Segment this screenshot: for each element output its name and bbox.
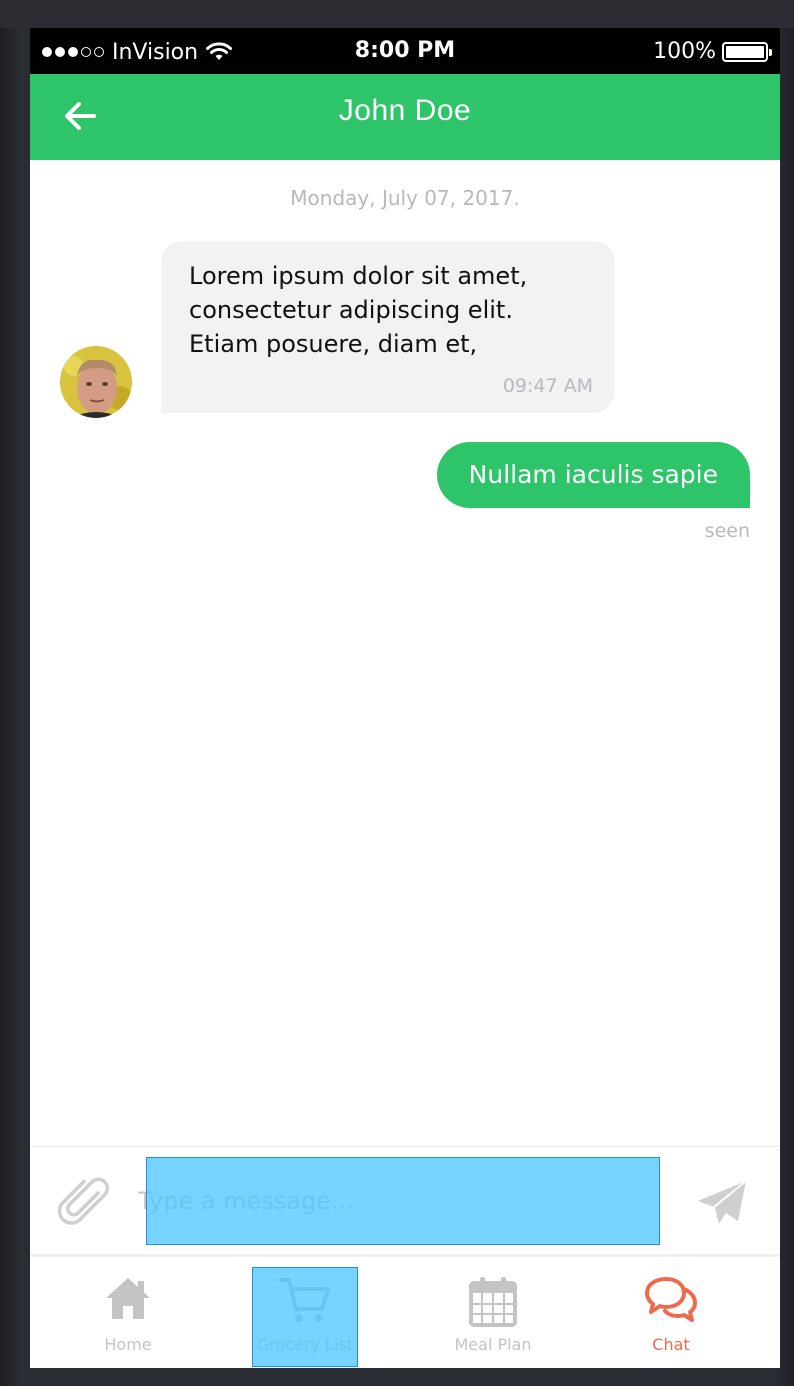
incoming-message-bubble[interactable]: Lorem ipsum dolor sit amet, consectetur … — [161, 241, 615, 413]
contact-photo — [60, 346, 132, 418]
message-text: Nullam iaculis sapie — [468, 460, 718, 489]
chat-header: John Doe — [30, 74, 780, 160]
calendar-icon — [469, 1277, 517, 1327]
page-title: John Doe — [338, 94, 472, 127]
attach-button[interactable] — [57, 1175, 114, 1231]
send-button[interactable] — [694, 1175, 750, 1231]
avatar[interactable] — [60, 346, 132, 418]
seen-status: seen — [704, 520, 750, 542]
status-right: 100% — [653, 39, 772, 64]
message-input[interactable] — [138, 1169, 652, 1233]
battery-percent: 100% — [653, 39, 716, 64]
paper-plane-icon — [698, 1180, 747, 1226]
status-bar: InVision 8:00 PM 100% — [30, 28, 780, 74]
message-text: Lorem ipsum dolor sit amet, consectetur … — [189, 262, 528, 358]
tab-home[interactable]: Home — [53, 1257, 203, 1367]
tab-grocery-list[interactable]: Grocery List — [230, 1257, 380, 1367]
tab-meal-plan[interactable]: Meal Plan — [418, 1257, 568, 1367]
message-time: 09:47 AM — [502, 375, 593, 397]
home-icon — [106, 1278, 150, 1319]
bottom-tab-bar: Home Grocery List Meal Plan Chat — [30, 1254, 780, 1368]
battery-fill — [726, 45, 764, 58]
device-frame: InVision 8:00 PM 100% John Doe Monday, J… — [0, 0, 794, 1386]
paperclip-icon — [57, 1177, 110, 1225]
tab-label: Grocery List — [256, 1335, 354, 1354]
tab-label: Meal Plan — [454, 1335, 532, 1354]
tab-label: Chat — [652, 1335, 690, 1354]
date-separator: Monday, July 07, 2017. — [290, 186, 520, 210]
cart-icon — [279, 1278, 330, 1322]
message-composer — [30, 1146, 780, 1253]
battery-nub — [769, 48, 772, 56]
device-top-bezel — [0, 0, 794, 28]
chat-bubbles-icon — [645, 1277, 697, 1322]
tab-chat[interactable]: Chat — [596, 1257, 746, 1367]
phone-screen: InVision 8:00 PM 100% John Doe Monday, J… — [30, 28, 780, 1368]
tab-label: Home — [104, 1335, 152, 1354]
outgoing-message-bubble[interactable]: Nullam iaculis sapie — [436, 442, 750, 508]
battery-icon — [722, 41, 772, 62]
